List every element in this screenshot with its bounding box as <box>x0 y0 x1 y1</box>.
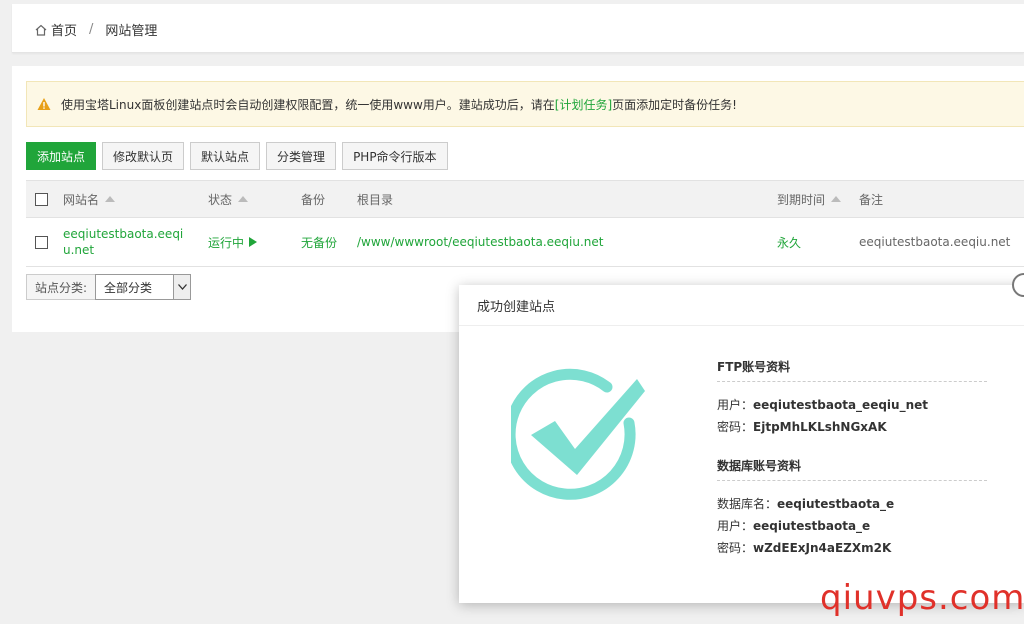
header-expire-label: 到期时间 <box>777 192 826 207</box>
site-expire-link[interactable]: 永久 <box>777 234 801 251</box>
db-section-title: 数据库账号资料 <box>717 459 802 473</box>
site-table: 网站名 状态 备份 根目录 到期时间 备注 eeqiutestbaota.eeq… <box>26 180 1024 267</box>
db-name-label: 数据库名： <box>717 497 778 511</box>
row-select-cell <box>35 218 48 266</box>
chevron-down-icon[interactable] <box>173 275 191 299</box>
notice-text-before: 使用宝塔Linux面板创建站点时会自动创建权限配置，统一使用www用户。建站成功… <box>61 97 555 112</box>
ftp-user-line: 用户：eeqiutestbaota_eeqiu_net <box>717 394 987 416</box>
php-cli-version-button[interactable]: PHP命令行版本 <box>342 142 448 170</box>
header-expire[interactable]: 到期时间 <box>777 181 842 217</box>
db-user-line: 用户：eeqiutestbaota_e <box>717 515 987 537</box>
ftp-pass-value: EjtpMhLKLshNGxAK <box>753 420 887 434</box>
breadcrumb-home[interactable]: 首页 <box>51 20 77 39</box>
account-info: FTP账号资料 用户：eeqiutestbaota_eeqiu_net 密码：E… <box>717 357 987 559</box>
header-note-label: 备注 <box>859 192 884 207</box>
header-root: 根目录 <box>357 181 393 217</box>
site-root-link[interactable]: /www/wwwroot/eeqiutestbaota.eeqiu.net <box>357 235 603 249</box>
site-name-link[interactable]: eeqiutestbaota.eeqiu.net <box>63 226 193 258</box>
db-user-value: eeqiutestbaota_e <box>753 519 871 533</box>
success-dialog: 成功创建站点 FTP账号资料 用户：eeqiutestbaota_eeqiu_n… <box>459 273 1024 603</box>
ftp-pass-line: 密码：EjtpMhLKLshNGxAK <box>717 416 987 438</box>
add-site-button[interactable]: 添加站点 <box>26 142 97 170</box>
header-name-label: 网站名 <box>63 192 100 207</box>
site-root-cell: /www/wwwroot/eeqiutestbaota.eeqiu.net <box>357 218 603 266</box>
ftp-section-title: FTP账号资料 <box>717 360 791 374</box>
ftp-user-value: eeqiutestbaota_eeqiu_net <box>753 398 928 412</box>
site-status-text: 运行中 <box>208 235 245 250</box>
category-select[interactable]: 全部分类 <box>95 274 192 300</box>
dialog-title: 成功创建站点 <box>459 285 1024 326</box>
table-row: eeqiutestbaota.eeqiu.net 运行中 无备份 /www/ww… <box>26 218 1024 267</box>
header-note: 备注 <box>859 181 883 217</box>
ftp-user-label: 用户： <box>717 398 754 412</box>
category-select-value: 全部分类 <box>104 280 153 295</box>
home-icon[interactable] <box>34 23 48 37</box>
edit-default-page-button[interactable]: 修改默认页 <box>102 142 185 170</box>
breadcrumb-current: 网站管理 <box>105 24 158 39</box>
db-name-value: eeqiutestbaota_e <box>777 497 895 511</box>
select-all-checkbox[interactable] <box>35 192 48 206</box>
category-manage-button[interactable]: 分类管理 <box>266 142 337 170</box>
divider <box>717 480 987 481</box>
site-expire-cell: 永久 <box>777 218 801 266</box>
filter-label: 站点分类: <box>26 274 96 300</box>
site-note-cell: eeqiutestbaota.eeqiu.net <box>859 218 1010 266</box>
db-pass-label: 密码： <box>717 541 754 555</box>
divider <box>717 381 987 382</box>
top-bar: 首页 / 网站管理 <box>12 4 1024 53</box>
site-category-filter: 站点分类: 全部分类 <box>26 274 192 300</box>
watermark-text: qiuvps.com <box>820 578 1024 618</box>
db-user-label: 用户： <box>717 519 754 533</box>
ftp-pass-label: 密码： <box>717 420 754 434</box>
db-name-line: 数据库名：eeqiutestbaota_e <box>717 493 987 515</box>
table-header: 网站名 状态 备份 根目录 到期时间 备注 <box>26 180 1024 218</box>
header-backup-label: 备份 <box>301 192 326 207</box>
db-pass-line: 密码：wZdEExJn4aEZXm2K <box>717 537 987 559</box>
header-backup: 备份 <box>301 181 325 217</box>
notice-text-after: 页面添加定时备份任务! <box>612 97 737 112</box>
db-pass-value: wZdEExJn4aEZXm2K <box>753 541 892 555</box>
breadcrumb: 首页 / 网站管理 <box>34 20 157 39</box>
header-name[interactable]: 网站名 <box>63 181 116 217</box>
row-checkbox[interactable] <box>35 235 48 249</box>
site-status-cell[interactable]: 运行中 <box>208 218 258 266</box>
site-backup-cell: 无备份 <box>301 218 337 266</box>
toolbar: 添加站点 修改默认页 默认站点 分类管理 PHP命令行版本 <box>26 142 448 170</box>
site-note-text[interactable]: eeqiutestbaota.eeqiu.net <box>859 235 1010 249</box>
breadcrumb-separator: / <box>89 22 94 37</box>
success-check-icon <box>511 368 645 500</box>
play-icon <box>249 237 258 247</box>
header-root-label: 根目录 <box>357 192 394 207</box>
header-status[interactable]: 状态 <box>208 181 249 217</box>
cron-task-link[interactable]: [计划任务] <box>555 96 612 113</box>
warning-icon <box>37 98 51 110</box>
site-name-cell: eeqiutestbaota.eeqiu.net <box>63 218 193 266</box>
header-status-label: 状态 <box>208 192 233 207</box>
default-site-button[interactable]: 默认站点 <box>190 142 261 170</box>
sort-up-icon <box>105 196 116 202</box>
sort-up-icon <box>238 196 249 202</box>
notice-banner: 使用宝塔Linux面板创建站点时会自动创建权限配置，统一使用www用户。建站成功… <box>26 81 1024 127</box>
site-backup-link[interactable]: 无备份 <box>301 234 337 251</box>
select-all-cell <box>35 181 48 217</box>
sort-up-icon <box>831 196 842 202</box>
